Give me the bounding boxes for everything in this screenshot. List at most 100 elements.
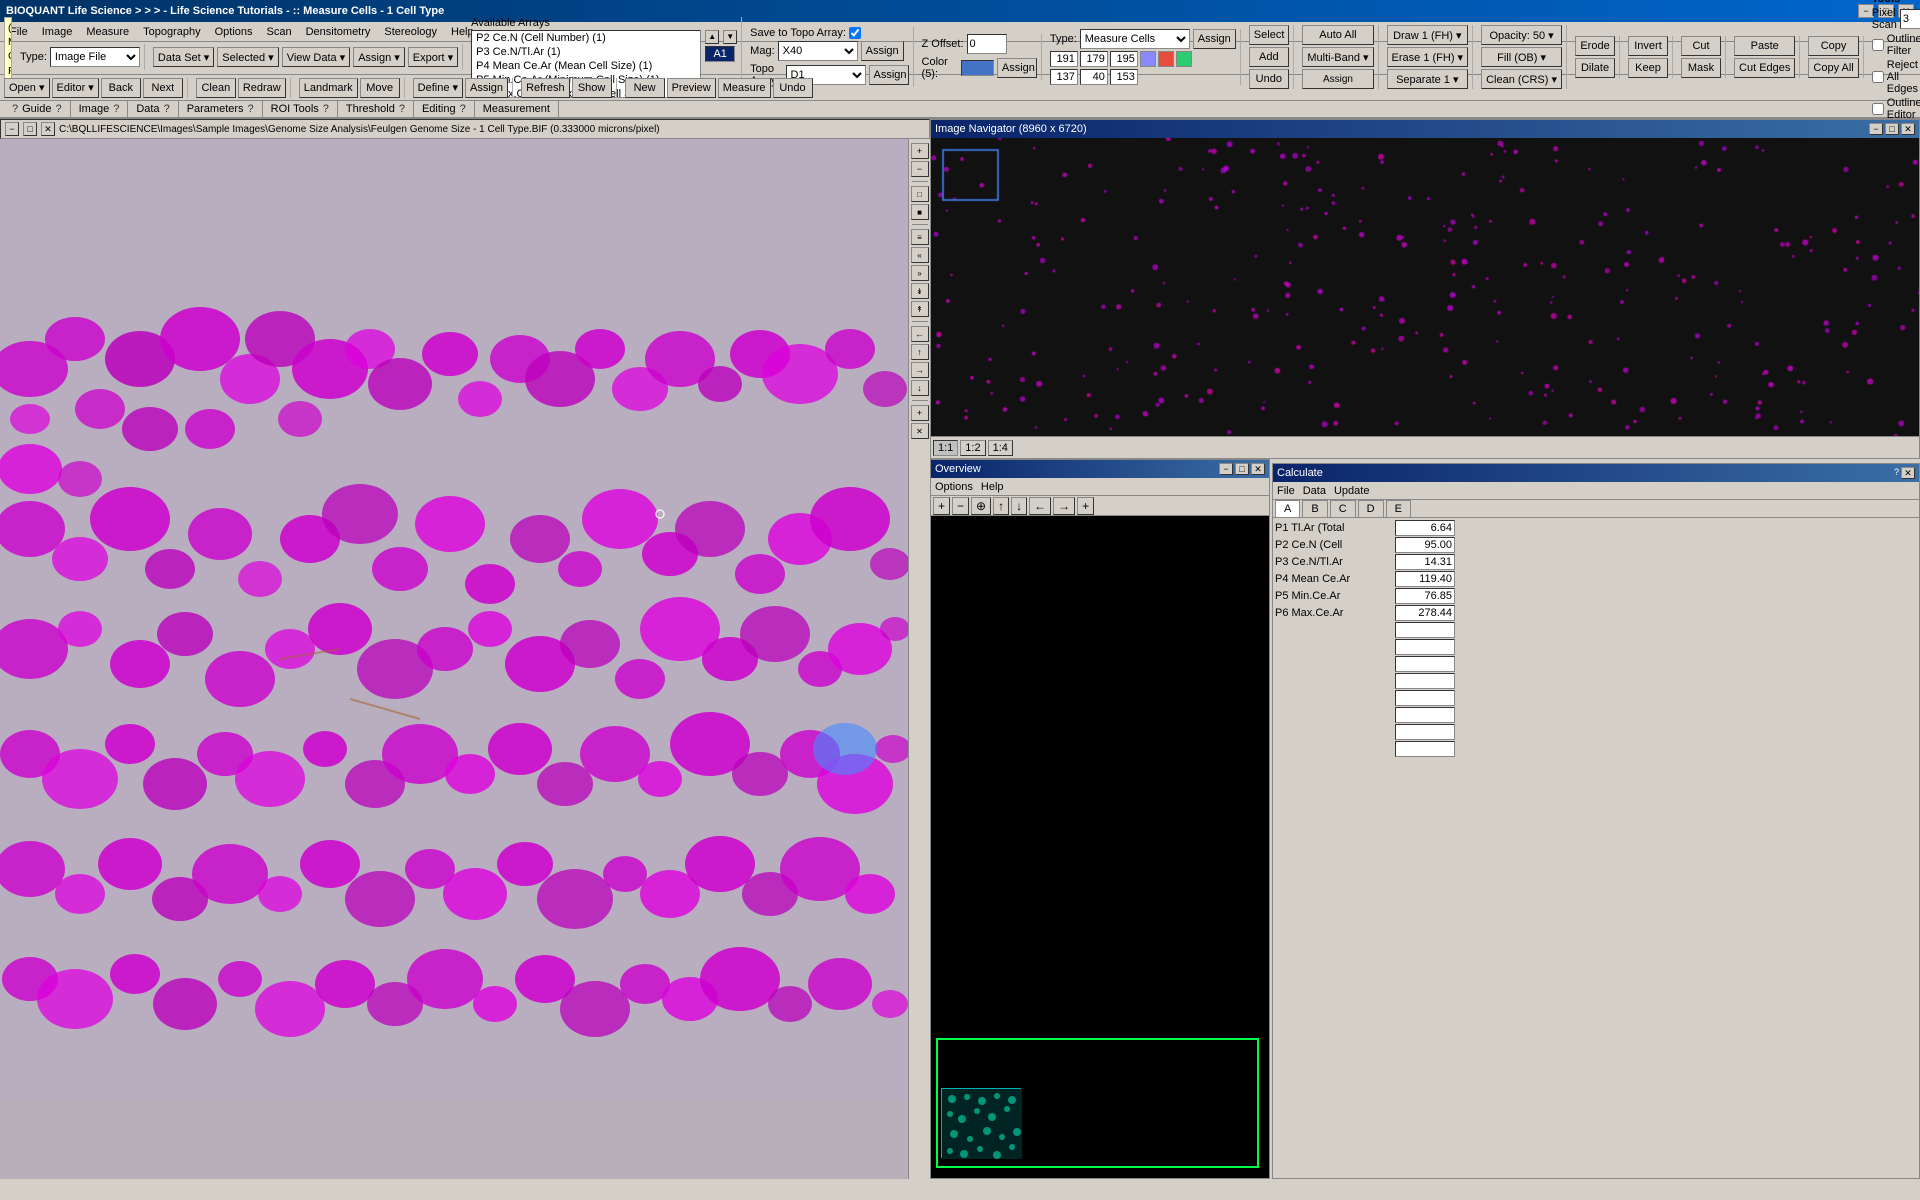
open-btn[interactable]: Open ▾	[4, 78, 50, 98]
show-btn[interactable]: Show	[572, 78, 612, 98]
mask-btn[interactable]: Mask	[1681, 58, 1721, 78]
calc-data-menu[interactable]: Data	[1303, 485, 1326, 497]
paste-btn[interactable]: Paste	[1734, 36, 1795, 56]
microscope-image[interactable]	[0, 139, 930, 1179]
guide-q1[interactable]: ?	[12, 103, 18, 115]
params-q[interactable]: ?	[248, 103, 254, 115]
mag-1to4-btn[interactable]: 1:4	[988, 440, 1013, 456]
menu-scan[interactable]: Scan	[261, 25, 298, 39]
calc-tab-d[interactable]: D	[1358, 500, 1384, 517]
path-restore-btn[interactable]: □	[23, 122, 37, 136]
outline-filter-checkbox[interactable]	[1872, 39, 1884, 51]
overview-minimize-btn[interactable]: −	[1219, 463, 1233, 475]
nav-left-fast-btn[interactable]: «	[911, 247, 929, 263]
next-btn[interactable]: Next	[143, 78, 183, 98]
scroll-up-btn[interactable]: ▲	[705, 30, 719, 44]
ov-right-btn[interactable]: →	[1053, 497, 1075, 515]
ov-minus-btn[interactable]: −	[952, 497, 969, 515]
reject-edges-checkbox[interactable]	[1872, 71, 1884, 83]
nav-close-btn[interactable]: ✕	[1901, 123, 1915, 135]
image-q[interactable]: ?	[113, 103, 119, 115]
nav-restore-btn[interactable]: □	[1885, 123, 1899, 135]
nav-down-btn[interactable]: ↓	[911, 380, 929, 396]
nav-cross-btn[interactable]: ✕	[911, 423, 929, 439]
menu-densitometry[interactable]: Densitometry	[300, 25, 377, 39]
auto-all-btn[interactable]: Auto All	[1302, 25, 1373, 45]
select-btn[interactable]: Select	[1249, 25, 1290, 45]
fill-ob-btn[interactable]: Fill (OB) ▾	[1481, 47, 1562, 67]
pixel-scan-input[interactable]	[1900, 9, 1920, 29]
cut-btn[interactable]: Cut	[1681, 36, 1721, 56]
assign-multiband-btn[interactable]: Assign	[1302, 69, 1373, 89]
editor-btn[interactable]: Editor ▾	[52, 78, 99, 98]
assign-define-btn[interactable]: Assign	[465, 78, 508, 98]
scroll-down-btn[interactable]: ▼	[723, 30, 737, 44]
menu-measure[interactable]: Measure	[80, 25, 135, 39]
erode-btn[interactable]: Erode	[1575, 36, 1615, 56]
measure-type-select[interactable]: Measure Cells	[1080, 29, 1190, 49]
nav-right-btn[interactable]: →	[911, 362, 929, 378]
dilate-btn[interactable]: Dilate	[1575, 58, 1615, 78]
nav-right-fast-btn[interactable]: »	[911, 265, 929, 281]
nav-fit-btn[interactable]: □	[911, 186, 929, 202]
add-btn[interactable]: Add	[1249, 47, 1289, 67]
array-item-p4[interactable]: P4 Mean Ce.Ar (Mean Cell Size) (1)	[472, 59, 700, 73]
data-set-button[interactable]: Data Set ▾	[153, 47, 214, 67]
nav-down-fast-btn[interactable]: ↡	[911, 283, 929, 299]
copy-btn[interactable]: Copy	[1808, 36, 1858, 56]
multi-band-btn[interactable]: Multi-Band ▾	[1302, 47, 1373, 67]
cut-edges-btn[interactable]: Cut Edges	[1734, 58, 1795, 78]
undo-run-btn[interactable]: Undo	[773, 78, 813, 98]
preview-btn[interactable]: Preview	[667, 78, 716, 98]
redraw-btn[interactable]: Redraw	[238, 78, 286, 98]
ov-plus-btn[interactable]: +	[933, 497, 950, 515]
overview-image-content[interactable]	[931, 516, 1269, 1178]
menu-options[interactable]: Options	[209, 25, 259, 39]
copy-all-btn[interactable]: Copy All	[1808, 58, 1858, 78]
menu-stereology[interactable]: Stereology	[378, 25, 443, 39]
nav-up-btn[interactable]: ↑	[911, 344, 929, 360]
separate1-btn[interactable]: Separate 1 ▾	[1387, 69, 1469, 89]
menu-image[interactable]: Image	[36, 25, 79, 39]
array-item-p3[interactable]: P3 Ce.N/Tl.Ar (1)	[472, 45, 700, 59]
selected-button[interactable]: Selected ▾	[217, 47, 278, 67]
undo-select-btn[interactable]: Undo	[1249, 69, 1289, 89]
overview-options-menu[interactable]: Options	[935, 481, 973, 493]
calc-tab-c[interactable]: C	[1330, 500, 1356, 517]
mag-1to1-btn[interactable]: 1:1	[933, 440, 958, 456]
erase1-btn[interactable]: Erase 1 (FH) ▾	[1387, 47, 1469, 67]
nav-zoom-out-btn[interactable]: −	[911, 161, 929, 177]
path-minimize-btn[interactable]: −	[5, 122, 19, 136]
landmark-btn[interactable]: Landmark	[299, 78, 358, 98]
assign-mag-btn[interactable]: Assign	[861, 41, 904, 61]
nav-left-btn[interactable]: ←	[911, 326, 929, 342]
overview-restore-btn[interactable]: □	[1235, 463, 1249, 475]
overview-help-menu[interactable]: Help	[981, 481, 1004, 493]
mag-select[interactable]: X40	[778, 41, 858, 61]
outline-editor-checkbox[interactable]	[1872, 103, 1884, 115]
ov-cross-btn[interactable]: ⊕	[971, 497, 991, 515]
type-select[interactable]: Image File	[50, 47, 140, 67]
zoffset-input[interactable]	[967, 34, 1007, 54]
assign-color-btn[interactable]: Assign	[997, 58, 1037, 78]
overview-close-btn[interactable]: ✕	[1251, 463, 1265, 475]
editing-q[interactable]: ?	[460, 103, 466, 115]
nav-lines-btn[interactable]: ≡	[911, 229, 929, 245]
calc-update-menu[interactable]: Update	[1334, 485, 1369, 497]
new-btn[interactable]: New	[625, 78, 665, 98]
nav-image-content[interactable]	[931, 138, 1919, 436]
keep-btn[interactable]: Keep	[1628, 58, 1668, 78]
roi-q[interactable]: ?	[323, 103, 329, 115]
draw1-btn[interactable]: Draw 1 (FH) ▾	[1387, 25, 1469, 45]
mag-1to2-btn[interactable]: 1:2	[960, 440, 985, 456]
menu-topography[interactable]: Topography	[137, 25, 207, 39]
view-data-button[interactable]: View Data ▾	[282, 47, 351, 67]
clean-btn[interactable]: Clean	[196, 78, 236, 98]
assign-topo-btn[interactable]: Assign	[869, 65, 909, 85]
ov-up-btn[interactable]: ↑	[993, 497, 1009, 515]
ov-down-btn[interactable]: ↓	[1011, 497, 1027, 515]
calc-tab-b[interactable]: B	[1302, 500, 1327, 517]
nav-1to1-btn[interactable]: ■	[911, 204, 929, 220]
move-btn[interactable]: Move	[360, 78, 400, 98]
define-btn[interactable]: Define ▾	[413, 78, 463, 98]
